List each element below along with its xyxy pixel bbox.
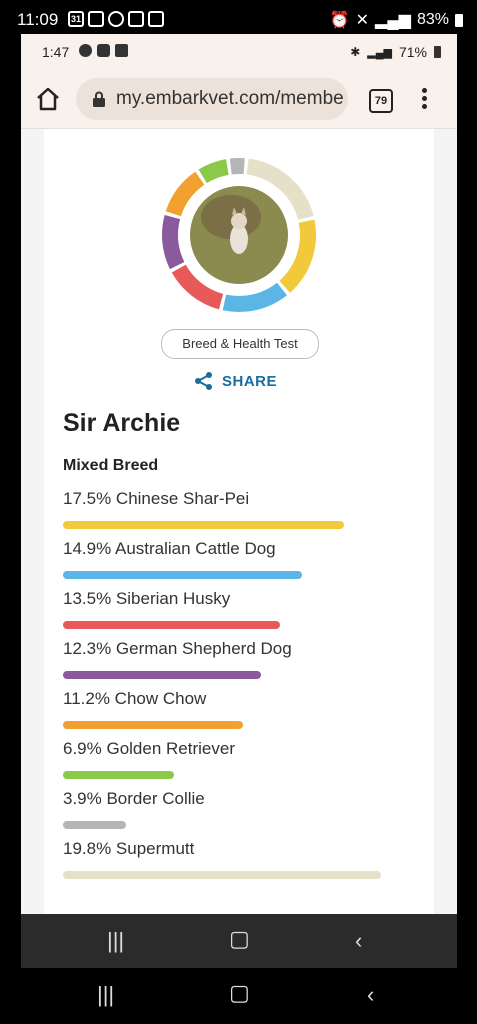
signal-icon: ▂▄▆ (367, 46, 392, 59)
home-nav-icon[interactable]: ▢ (229, 926, 250, 952)
breed-label: 19.8% Supermutt (63, 839, 195, 858)
breed-ancestry-donut (162, 158, 316, 312)
mute-icon: ✕ (355, 12, 370, 29)
breed-label: 11.2% Chow Chow (63, 689, 207, 708)
home-icon[interactable] (35, 86, 61, 112)
breed-health-test-badge[interactable]: Breed & Health Test (161, 329, 319, 359)
breed-bar (63, 571, 303, 579)
browser-toolbar: my.embarkvet.com/membe 79 (21, 70, 457, 129)
breed-bar (63, 721, 243, 729)
breed-label: 13.5% Siberian Husky (63, 589, 231, 608)
recent-apps-icon[interactable]: ||| (107, 928, 124, 954)
bluetooth-icon: ✱ (350, 45, 361, 59)
home-nav-icon[interactable]: ▢ (229, 980, 250, 1006)
url-text: my.embarkvet.com/membe (116, 88, 344, 109)
donut-segment (222, 282, 287, 312)
breed-bar (63, 821, 126, 829)
dog-photo-head (231, 213, 247, 229)
breed-row[interactable]: 19.8% Supermutt (63, 839, 423, 889)
breed-row[interactable]: 12.3% German Shepherd Dog (63, 639, 423, 689)
share-icon (195, 372, 212, 390)
breed-label: 14.9% Australian Cattle Dog (63, 539, 276, 558)
breed-row[interactable]: 14.9% Australian Cattle Dog (63, 539, 423, 589)
settings-icon (108, 11, 124, 27)
alarm-icon: ⏰ (329, 12, 350, 29)
battery-percent: 71% (398, 44, 427, 60)
battery-icon (434, 46, 441, 58)
breed-row[interactable]: 11.2% Chow Chow (63, 689, 423, 739)
donut-segment (162, 214, 185, 270)
app-notification-icon (88, 11, 104, 27)
breed-label: 12.3% German Shepherd Dog (63, 639, 292, 658)
breed-bar (63, 771, 174, 779)
inner-navigation-bar: ||| ▢ ‹ (21, 914, 457, 968)
donut-segment (165, 171, 205, 217)
notification-icons: 31 (68, 11, 164, 27)
breed-row[interactable]: 13.5% Siberian Husky (63, 589, 423, 639)
address-bar[interactable]: my.embarkvet.com/membe (76, 78, 348, 120)
breed-bar (63, 871, 381, 879)
tab-switcher-button[interactable]: 79 (369, 89, 393, 113)
inner-status-right: ✱ ▂▄▆ 71% (350, 44, 441, 60)
gmail-icon (128, 11, 144, 27)
breed-bar (63, 621, 280, 629)
device-status-right: ⏰ ✕ ▂▄▆ 83% (330, 10, 463, 30)
breed-type: Mixed Breed (63, 457, 159, 474)
donut-segment (198, 159, 230, 184)
back-icon[interactable]: ‹ (355, 928, 362, 954)
dog-name: Sir Archie (63, 409, 181, 437)
dog-profile-card: Breed & Health Test SHARE Sir Archie Mix… (44, 129, 434, 914)
overflow-menu-icon[interactable] (419, 85, 429, 113)
signal-icon: ▂▄▆ (375, 12, 411, 29)
gmail-icon (115, 44, 128, 57)
breed-row[interactable]: 6.9% Golden Retriever (63, 739, 423, 789)
share-label: SHARE (222, 372, 278, 390)
device-time: 11:09 (17, 10, 59, 29)
recent-apps-icon[interactable]: ||| (97, 982, 114, 1008)
breed-label: 3.9% Border Collie (63, 789, 205, 808)
inner-notification-icons (79, 44, 128, 57)
battery-percent: 83% (416, 11, 449, 28)
donut-segment (279, 219, 316, 293)
page-content: Breed & Health Test SHARE Sir Archie Mix… (21, 129, 457, 914)
phone-screen: 1:47 ✱ ▂▄▆ 71% my.embarkvet.com/membe 79 (21, 34, 457, 968)
breed-list: 17.5% Chinese Shar-Pei 14.9% Australian … (63, 489, 423, 889)
breed-label: 17.5% Chinese Shar-Pei (63, 489, 250, 508)
inner-status-bar: 1:47 ✱ ▂▄▆ 71% (21, 34, 457, 70)
breed-row[interactable]: 3.9% Border Collie (63, 789, 423, 839)
breed-label: 6.9% Golden Retriever (63, 739, 235, 758)
battery-icon (455, 13, 463, 27)
device-navigation-bar: ||| ▢ ‹ (0, 968, 477, 1024)
back-icon[interactable]: ‹ (367, 982, 374, 1008)
messenger-icon (79, 44, 92, 57)
share-button[interactable]: SHARE (194, 371, 277, 391)
ring-icon (97, 44, 110, 57)
breed-row[interactable]: 17.5% Chinese Shar-Pei (63, 489, 423, 539)
lock-icon (93, 91, 105, 107)
inner-time: 1:47 (42, 44, 70, 60)
gallery-icon (148, 11, 164, 27)
breed-bar (63, 671, 261, 679)
calendar-icon: 31 (68, 11, 84, 27)
breed-bar (63, 521, 345, 529)
